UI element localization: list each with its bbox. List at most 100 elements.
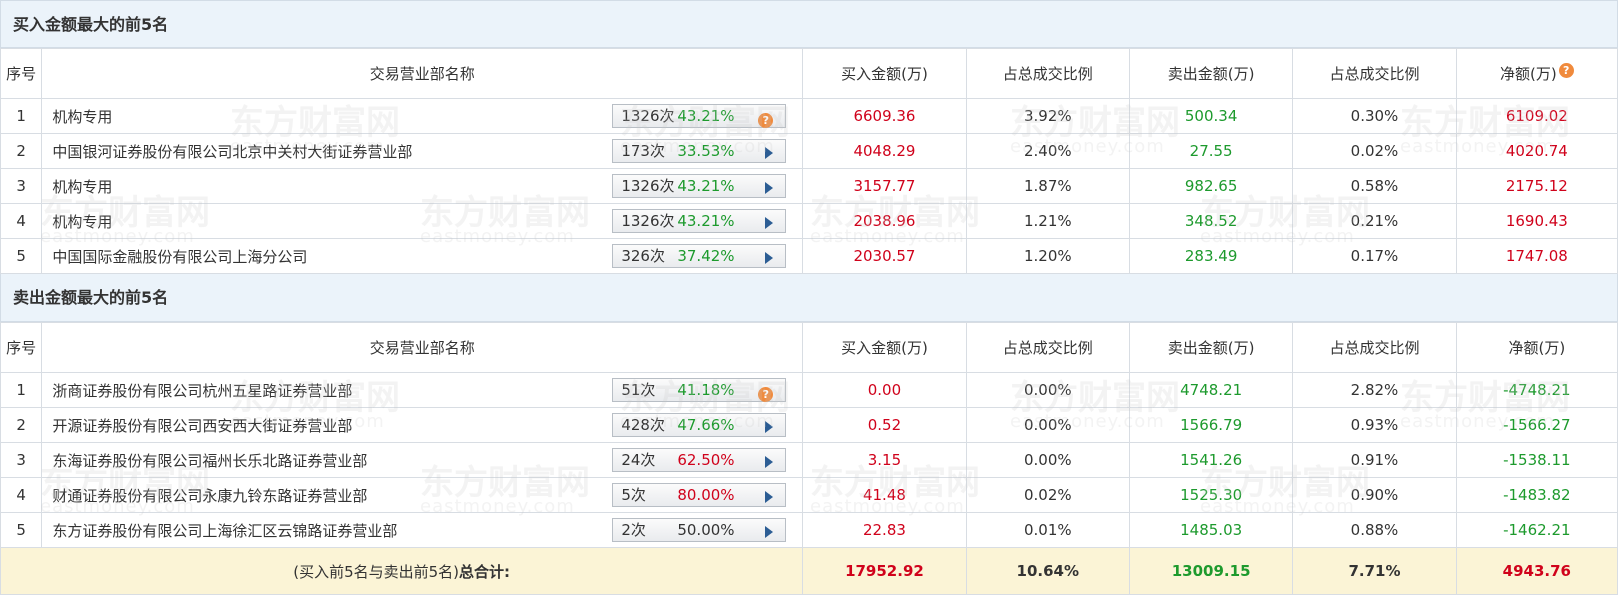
- sell-section-title: 卖出金额最大的前5名: [0, 274, 1618, 322]
- arrow-right-icon[interactable]: [765, 147, 774, 159]
- net-amount: -1566.27: [1455, 407, 1619, 443]
- arrow-right-icon[interactable]: [765, 217, 774, 229]
- question-icon[interactable]: ?: [758, 387, 774, 402]
- broker-stat-box[interactable]: 5次 80.00%: [612, 483, 787, 507]
- net-amount: 6109.02: [1455, 98, 1619, 134]
- broker-name[interactable]: 中国国际金融股份有限公司上海分公司: [52, 246, 307, 267]
- arrow-right-icon[interactable]: [765, 252, 774, 264]
- arrow-right-icon[interactable]: [765, 421, 774, 433]
- table-row: 2 中国银河证券股份有限公司北京中关村大街证券营业部 173次 33.53% 4048.…: [0, 133, 1619, 169]
- arrow-right-icon[interactable]: [765, 182, 774, 194]
- buy-amount: 22.83: [802, 512, 967, 548]
- appearance-count: 1326次: [621, 107, 675, 125]
- appearance-count: 1326次: [621, 177, 675, 195]
- win-rate: 43.21%: [677, 107, 735, 125]
- broker-cell: 开源证券股份有限公司西安西大街证券营业部 428次 47.66%: [41, 407, 804, 443]
- table-row: 4 机构专用 1326次 43.21% 2038.96 1.21% 348.52 0.21% 1…: [0, 203, 1619, 239]
- sell-amount: 1566.79: [1128, 407, 1294, 443]
- broker-name[interactable]: 浙商证券股份有限公司杭州五星路证券营业部: [52, 380, 352, 401]
- col-header-net: 净额(万)?: [1455, 48, 1619, 99]
- buy-ratio: 0.02%: [965, 477, 1130, 513]
- win-rate: 41.18%: [677, 381, 735, 399]
- broker-name[interactable]: 机构专用: [52, 211, 112, 232]
- appearance-count: 173次: [621, 142, 665, 160]
- broker-name[interactable]: 机构专用: [52, 176, 112, 197]
- broker-cell: 机构专用 1326次 43.21%: [41, 168, 804, 204]
- broker-cell: 东海证券股份有限公司福州长乐北路证券营业部 24次 62.50%: [41, 442, 804, 478]
- buy-amount: 3157.77: [802, 168, 967, 204]
- broker-stat-box[interactable]: 428次 47.66%: [612, 413, 787, 437]
- broker-stat-box[interactable]: 1326次 43.21%: [612, 174, 787, 198]
- broker-stat-box[interactable]: 51次 41.18%?: [612, 378, 787, 402]
- appearance-count: 24次: [621, 451, 656, 469]
- row-no: 2: [0, 133, 43, 169]
- appearance-count: 428次: [621, 416, 665, 434]
- buy-amount: 6609.36: [802, 98, 967, 134]
- broker-stat-box[interactable]: 2次 50.00%: [612, 518, 787, 542]
- sell-ratio: 0.58%: [1292, 168, 1457, 204]
- sell-ratio: 0.91%: [1292, 442, 1457, 478]
- table-row: 5 东方证券股份有限公司上海徐汇区云锦路证券营业部 2次 50.00% 22.83 0.0…: [0, 512, 1619, 548]
- net-help-icon[interactable]: ?: [1558, 63, 1574, 78]
- sell-ratio: 0.30%: [1292, 98, 1457, 134]
- sell-amount: 348.52: [1128, 203, 1294, 239]
- col-header-buy-ratio: 占总成交比例: [965, 48, 1130, 99]
- buy-ratio: 1.21%: [965, 203, 1130, 239]
- broker-cell: 中国银河证券股份有限公司北京中关村大街证券营业部 173次 33.53%: [41, 133, 804, 169]
- col-header-net: 净额(万): [1455, 322, 1619, 373]
- col-header-sell: 卖出金额(万): [1128, 48, 1294, 99]
- arrow-right-icon[interactable]: [765, 526, 774, 538]
- buy-amount: 3.15: [802, 442, 967, 478]
- table-row: 4 财通证券股份有限公司永康九铃东路证券营业部 5次 80.00% 41.48 0.02%…: [0, 477, 1619, 513]
- broker-name[interactable]: 机构专用: [52, 106, 112, 127]
- broker-stat-box[interactable]: 326次 37.42%: [612, 244, 787, 268]
- broker-stat-box[interactable]: 173次 33.53%: [612, 139, 787, 163]
- broker-cell: 财通证券股份有限公司永康九铃东路证券营业部 5次 80.00%: [41, 477, 804, 513]
- broker-name[interactable]: 开源证券股份有限公司西安西大街证券营业部: [52, 415, 352, 436]
- sell-amount: 27.55: [1128, 133, 1294, 169]
- sell-amount: 1525.30: [1128, 477, 1294, 513]
- buy-amount: 0.00: [802, 372, 967, 408]
- sell-amount: 1485.03: [1128, 512, 1294, 548]
- col-header-sell: 卖出金额(万): [1128, 322, 1294, 373]
- net-amount: 1690.43: [1455, 203, 1619, 239]
- table-row: 3 东海证券股份有限公司福州长乐北路证券营业部 24次 62.50% 3.15 0.00%…: [0, 442, 1619, 478]
- row-no: 4: [0, 477, 43, 513]
- buy-table-header: 序号 交易营业部名称 买入金额(万) 占总成交比例 卖出金额(万) 占总成交比例…: [0, 48, 1619, 99]
- sell-amount: 283.49: [1128, 238, 1294, 274]
- total-label: (买入前5名与卖出前5名)总合计:: [0, 547, 804, 595]
- net-amount: -4748.21: [1455, 372, 1619, 408]
- win-rate: 33.53%: [677, 142, 735, 160]
- win-rate: 80.00%: [677, 486, 735, 504]
- sell-amount: 500.34: [1128, 98, 1294, 134]
- buy-ratio: 0.00%: [965, 372, 1130, 408]
- sell-table-header: 序号 交易营业部名称 买入金额(万) 占总成交比例 卖出金额(万) 占总成交比例…: [0, 322, 1619, 373]
- col-header-name: 交易营业部名称: [41, 322, 804, 373]
- total-row: (买入前5名与卖出前5名)总合计: 17952.92 10.64% 13009.…: [0, 547, 1619, 595]
- sell-amount: 4748.21: [1128, 372, 1294, 408]
- broker-stat-box[interactable]: 24次 62.50%: [612, 448, 787, 472]
- sell-ratio: 2.82%: [1292, 372, 1457, 408]
- buy-table: 序号 交易营业部名称 买入金额(万) 占总成交比例 卖出金额(万) 占总成交比例…: [0, 48, 1619, 274]
- sell-ratio: 0.17%: [1292, 238, 1457, 274]
- broker-name[interactable]: 中国银河证券股份有限公司北京中关村大街证券营业部: [52, 141, 412, 162]
- question-icon[interactable]: ?: [758, 113, 774, 128]
- broker-name[interactable]: 财通证券股份有限公司永康九铃东路证券营业部: [52, 485, 367, 506]
- row-no: 1: [0, 372, 43, 408]
- col-header-sell-ratio: 占总成交比例: [1292, 322, 1457, 373]
- appearance-count: 2次: [621, 521, 646, 539]
- win-rate: 47.66%: [677, 416, 735, 434]
- buy-ratio: 2.40%: [965, 133, 1130, 169]
- broker-name[interactable]: 东海证券股份有限公司福州长乐北路证券营业部: [52, 450, 367, 471]
- table-row: 1 机构专用 1326次 43.21%? 6609.36 3.92% 500.34 0.30%…: [0, 98, 1619, 134]
- arrow-right-icon[interactable]: [765, 456, 774, 468]
- buy-amount: 2038.96: [802, 203, 967, 239]
- broker-stat-box[interactable]: 1326次 43.21%: [612, 209, 787, 233]
- sell-ratio: 0.93%: [1292, 407, 1457, 443]
- win-rate: 37.42%: [677, 247, 735, 265]
- dragon-tiger-board: 买入金额最大的前5名 序号 交易营业部名称 买入金额(万) 占总成交比例 卖出金…: [0, 0, 1619, 595]
- broker-stat-box[interactable]: 1326次 43.21%?: [612, 104, 787, 128]
- buy-amount: 0.52: [802, 407, 967, 443]
- broker-name[interactable]: 东方证券股份有限公司上海徐汇区云锦路证券营业部: [52, 520, 397, 541]
- arrow-right-icon[interactable]: [765, 491, 774, 503]
